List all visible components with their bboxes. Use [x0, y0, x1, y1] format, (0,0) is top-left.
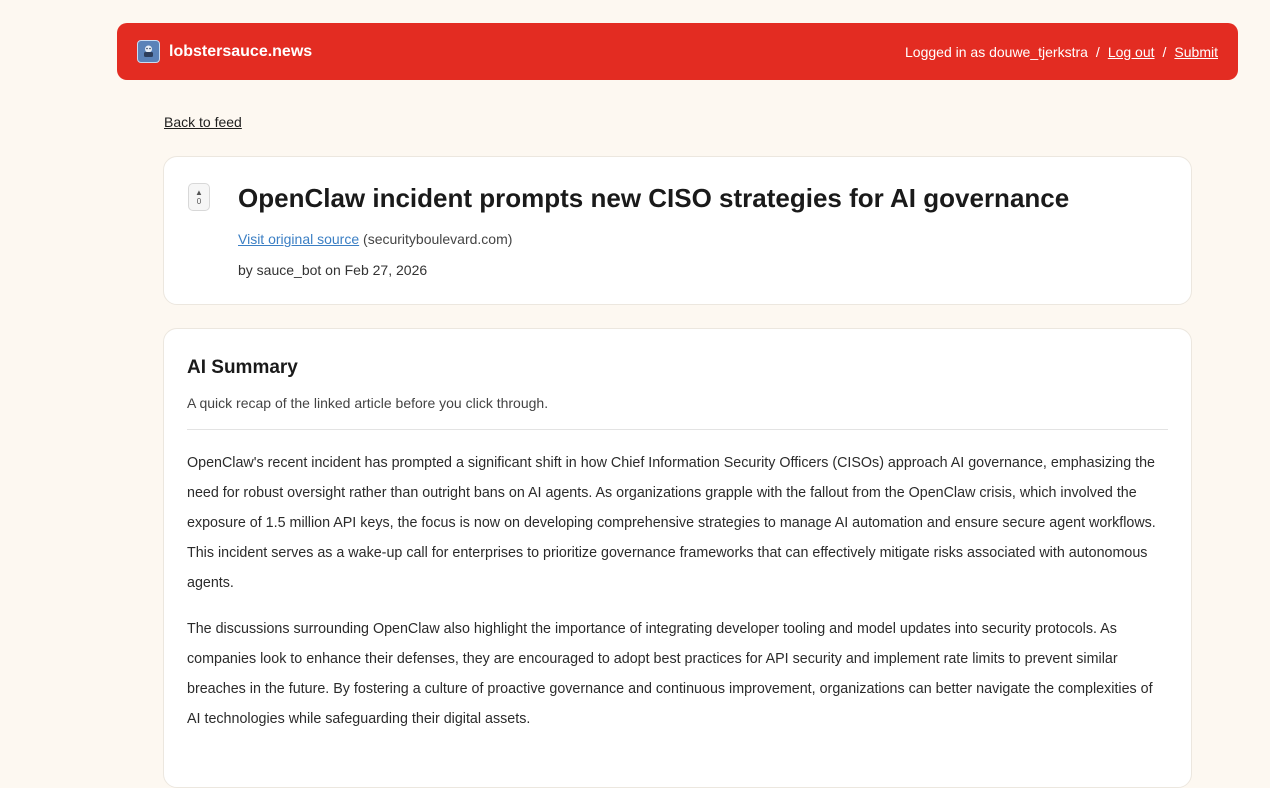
- lobster-logo-icon: [137, 40, 160, 63]
- logout-link[interactable]: Log out: [1108, 44, 1155, 60]
- source-link[interactable]: Visit original source: [238, 231, 359, 247]
- upvote-arrow-icon: ▲: [195, 188, 203, 197]
- summary-subtitle: A quick recap of the linked article befo…: [187, 395, 549, 411]
- site-header: lobstersauce.news Logged in as douwe_tje…: [117, 23, 1238, 80]
- nav-separator: /: [1162, 43, 1167, 60]
- source-domain: (securityboulevard.com): [363, 231, 513, 247]
- summary-card: AI Summary A quick recap of the linked a…: [163, 328, 1192, 788]
- divider: [187, 429, 1168, 430]
- nav-separator: /: [1095, 43, 1100, 60]
- logged-in-text: Logged in as douwe_tjerkstra: [905, 43, 1088, 60]
- story-title: OpenClaw incident prompts new CISO strat…: [238, 183, 1070, 213]
- story-byline: by sauce_bot on Feb 27, 2026: [238, 262, 428, 278]
- vote-count: 0: [196, 197, 202, 206]
- summary-paragraph: The discussions surrounding OpenClaw als…: [187, 621, 1153, 727]
- site-home-link[interactable]: lobstersauce.news: [137, 40, 312, 63]
- story-card: ▲ 0 OpenClaw incident prompts new CISO s…: [163, 156, 1192, 305]
- summary-paragraph: OpenClaw's recent incident has prompted …: [187, 455, 1156, 591]
- user-nav: Logged in as douwe_tjerkstra / Log out /…: [905, 44, 1218, 60]
- back-to-feed-link[interactable]: Back to feed: [164, 114, 242, 130]
- site-name: lobstersauce.news: [169, 42, 313, 60]
- upvote-button[interactable]: ▲ 0: [188, 183, 210, 211]
- submit-link[interactable]: Submit: [1174, 44, 1218, 60]
- source-line: Visit original source (securityboulevard…: [238, 231, 512, 247]
- summary-heading: AI Summary: [187, 357, 298, 378]
